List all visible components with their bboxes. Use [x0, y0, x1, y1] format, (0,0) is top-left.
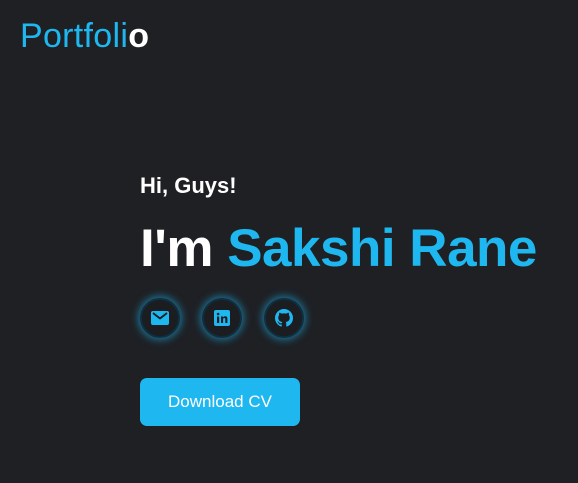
- logo-main: Portfoli: [20, 17, 129, 55]
- github-icon: [275, 309, 293, 327]
- linkedin-icon: [214, 310, 230, 326]
- download-cv-button[interactable]: Download CV: [140, 378, 300, 426]
- social-links: [140, 298, 537, 338]
- email-link[interactable]: [140, 298, 180, 338]
- linkedin-link[interactable]: [202, 298, 242, 338]
- mail-icon: [151, 311, 169, 325]
- hero-section: Hi, Guys! I'm Sakshi Rane Download CV: [140, 171, 537, 426]
- headline-name: Sakshi Rane: [227, 219, 537, 278]
- headline-prefix: I'm: [140, 219, 213, 278]
- headline: I'm Sakshi Rane: [140, 219, 537, 279]
- greeting: Hi, Guys!: [140, 173, 237, 198]
- logo-tail: o: [128, 17, 150, 55]
- logo[interactable]: Portfolio: [20, 16, 149, 56]
- github-link[interactable]: [264, 298, 304, 338]
